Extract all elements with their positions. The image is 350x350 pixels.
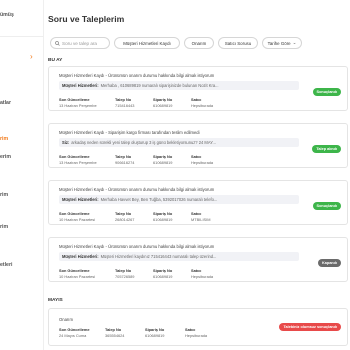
sidebar-item-3[interactable]: rim [0, 136, 8, 142]
meta-last-update: Son Güncelleme 13 Haziran Perşembe [59, 97, 97, 108]
message-sender: Müşteri Hizmetleri: [62, 197, 99, 202]
filter-customer-service[interactable]: Müşteri Hizmetleri Kaydı [114, 37, 180, 49]
page-title: Soru ve Taleplerim [48, 14, 125, 24]
meta-ticket-no: Talep No 715416443 [115, 97, 135, 108]
sidebar-item-7[interactable]: etleri [0, 262, 12, 268]
meta-ticket-no: Talep No 906616274 [115, 154, 135, 165]
meta-ticket-no: Talep No 705726589 [115, 268, 135, 279]
section-label-current-month: BU AY [48, 58, 63, 63]
meta-order-no: Sipariş No 610689819 [153, 154, 173, 165]
status-badge: Talep alındı [312, 145, 341, 153]
message-sender: Siz: [62, 140, 70, 145]
filter-label: Satıcı Sorusu [224, 40, 252, 46]
ticket-title: Müşteri Hizmetleri Kaydı - Ürünümün onar… [59, 73, 215, 78]
search-input[interactable]: Soru ve talep ara [50, 37, 110, 49]
message-sender: Müşteri Hizmetleri: [62, 254, 99, 259]
chevron-right-icon[interactable]: › [30, 52, 33, 61]
meta-seller: Satıcı MTBILISIM [191, 211, 211, 222]
meta-order-no: Sipariş No 610689819 [153, 268, 173, 279]
meta-order-no: Sipariş No 610689819 [153, 97, 173, 108]
sidebar: ümüş › atlar rim erim rim rim etleri [0, 0, 44, 350]
sort-dropdown[interactable]: Tarihe Göre ⌄ [262, 37, 302, 49]
ticket-card[interactable]: Müşteri Hizmetleri Kaydı - Ürünümün onar… [48, 237, 348, 282]
search-placeholder: Soru ve talep ara [62, 40, 97, 46]
meta-last-update: Son Güncelleme 24 Mayıs Cuma [59, 327, 90, 338]
status-badge: Sonuçlandı [312, 88, 341, 96]
ticket-card[interactable]: Müşteri Hizmetleri Kaydı - Siparişim kar… [48, 123, 348, 168]
status-badge: Talebiniz olumsuz sonuçlandı [279, 323, 341, 331]
ticket-last-message: Siz: arkadaş neden sürekli yeni talep ol… [59, 138, 299, 147]
ticket-card[interactable]: Onarım Son Güncelleme 24 Mayıs Cuma Tale… [48, 308, 348, 346]
sidebar-item-6[interactable]: rim [0, 224, 8, 230]
message-text: Merhaba , 610689819 numaralı siparişiniz… [100, 83, 219, 88]
meta-seller: Satıcı Hepsiburada [185, 327, 208, 338]
message-text: Müşteri Hizmetleri kaydınız 715416443 nu… [100, 254, 217, 259]
sidebar-item-4[interactable]: erim [0, 154, 11, 160]
sidebar-divider [0, 36, 44, 37]
ticket-title: Müşteri Hizmetleri Kaydı - Ürünümün onar… [59, 244, 215, 249]
filter-label: Müşteri Hizmetleri Kaydı [123, 40, 171, 46]
filter-seller-question[interactable]: Satıcı Sorusu [218, 37, 258, 49]
meta-last-update: Son Güncelleme 10 Haziran Pazartesi [59, 211, 96, 222]
ticket-title: Onarım [59, 317, 73, 322]
ticket-card[interactable]: Müşteri Hizmetleri Kaydı - Ürünümün onar… [48, 66, 348, 111]
meta-seller: Satıcı Hepsiburada [191, 268, 214, 279]
filter-repair[interactable]: Onarım [184, 37, 214, 49]
meta-order-no: Sipariş No 610689819 [145, 327, 165, 338]
filter-label: Onarım [191, 40, 207, 46]
message-sender: Müşteri Hizmetleri: [62, 83, 99, 88]
chevron-down-icon: ⌄ [292, 40, 297, 45]
main-content: Soru ve Taleplerim Soru ve talep ara Müş… [48, 0, 350, 350]
ticket-last-message: Müşteri Hizmetleri: Merhaba Havvet Bey, … [59, 195, 299, 204]
search-icon [55, 40, 60, 46]
message-text: Merhaba Havvet Bey, Ben Tuğba, 539201702… [100, 197, 218, 202]
sidebar-item-1[interactable]: ümüş [0, 12, 14, 18]
sidebar-item-2[interactable]: atlar [0, 100, 11, 106]
meta-ticket-no: Talep No 268014267 [115, 211, 135, 222]
meta-seller: Satıcı Hepsiburada [191, 97, 214, 108]
section-label-previous-month: MAYIS [48, 298, 63, 303]
meta-ticket-no: Talep No 365554624 [105, 327, 125, 338]
meta-order-no: Sipariş No 610689819 [153, 211, 173, 222]
meta-seller: Satıcı Hepsiburada [191, 154, 214, 165]
ticket-title: Müşteri Hizmetleri Kaydı - Ürünümün onar… [59, 187, 215, 192]
status-badge: Sonuçlandı [312, 202, 341, 210]
ticket-card[interactable]: Müşteri Hizmetleri Kaydı - Ürünümün onar… [48, 180, 348, 225]
ticket-last-message: Müşteri Hizmetleri: Merhaba , 610689819 … [59, 81, 299, 90]
sort-label: Tarihe Göre [267, 40, 291, 46]
meta-last-update: Son Güncelleme 10 Haziran Pazartesi [59, 268, 96, 279]
message-text: arkadaş neden sürekli yeni talep oluştur… [71, 140, 216, 145]
ticket-title: Müşteri Hizmetleri Kaydı - Siparişim kar… [59, 130, 200, 135]
ticket-last-message: Müşteri Hizmetleri: Müşteri Hizmetleri k… [59, 252, 299, 261]
sidebar-item-5[interactable]: rim [0, 192, 8, 198]
status-badge: Kapandı [318, 259, 341, 267]
meta-last-update: Son Güncelleme 13 Haziran Perşembe [59, 154, 97, 165]
